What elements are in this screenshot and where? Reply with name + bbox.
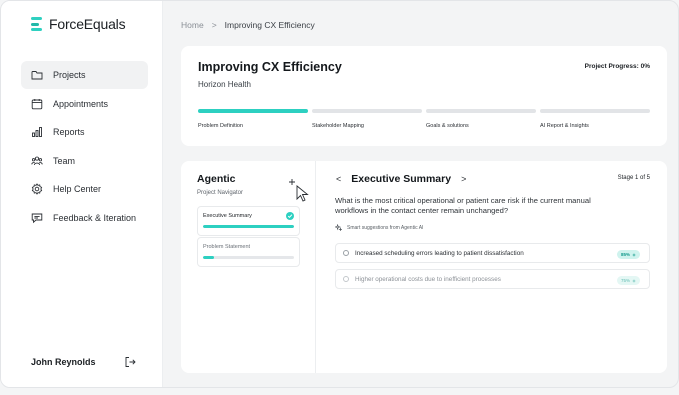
sidebar: ForceEquals Projects Appointments Report… [1, 1, 163, 387]
stage-ai-report[interactable]: AI Report & Insights [540, 109, 650, 129]
folder-icon [31, 69, 43, 81]
logo[interactable]: ForceEquals [31, 16, 126, 32]
navigator-item-label: Problem Statement [203, 244, 251, 250]
confidence-score: 75% [620, 278, 630, 283]
stage-stakeholder-mapping[interactable]: Stakeholder Mapping [312, 109, 422, 129]
navigator-item-label: Executive Summary [203, 213, 252, 219]
breadcrumb-current: Improving CX Efficiency [224, 20, 315, 30]
user-profile: John Reynolds [31, 356, 136, 368]
project-client: Horizon Health [198, 80, 251, 89]
calendar-icon [31, 98, 43, 110]
check-icon [286, 212, 294, 220]
sparkle-icon [335, 224, 342, 231]
navigator-subtitle: Project Navigator [197, 190, 244, 196]
sidebar-item-reports[interactable]: Reports [21, 118, 148, 146]
chevron-left-icon[interactable]: < [336, 174, 341, 184]
stage-tracker: Problem Definition Stakeholder Mapping G… [198, 109, 650, 129]
navigator-item-executive-summary[interactable]: Executive Summary [197, 206, 300, 236]
stage-count: Stage 1 of 5 [617, 175, 650, 181]
answer-option[interactable]: Higher operational costs due to ineffici… [335, 269, 650, 289]
stage-label: Goals & solutions [426, 123, 469, 129]
logout-icon[interactable] [124, 356, 136, 368]
sidebar-item-label: Reports [53, 127, 85, 137]
sidebar-item-label: Projects [53, 70, 86, 80]
question-panel: < Executive Summary > Stage 1 of 5 What … [317, 161, 667, 373]
project-progress: Project Progress: 0% [584, 63, 650, 70]
stage-bar [426, 109, 536, 113]
smart-suggestions-text: Smart suggestions from Agentic AI [347, 224, 424, 231]
sidebar-item-team[interactable]: Team [21, 147, 148, 175]
sparkle-icon [632, 278, 636, 283]
smart-suggestions-label: Smart suggestions from Agentic AI [335, 224, 423, 231]
workspace-card: Agentic Project Navigator Executive Summ… [181, 161, 667, 373]
navigator-title: Agentic [197, 173, 236, 185]
navigator-progress-bar [203, 225, 294, 228]
sidebar-item-label: Appointments [53, 98, 109, 109]
sparkle-icon [632, 252, 636, 257]
radio-button[interactable] [343, 276, 349, 282]
confidence-badge: 75% [616, 276, 640, 285]
answer-option[interactable]: Increased scheduling errors leading to p… [335, 243, 650, 263]
radio-button[interactable] [343, 250, 349, 256]
navigator-progress-bar [203, 256, 294, 259]
section-title: Executive Summary [351, 173, 452, 185]
project-navigator: Agentic Project Navigator Executive Summ… [181, 161, 316, 373]
stage-goals-solutions[interactable]: Goals & solutions [426, 109, 536, 129]
breadcrumb-separator: > [211, 20, 217, 30]
confidence-score: 85% [620, 252, 630, 257]
cursor-icon [289, 178, 313, 202]
chevron-right-icon[interactable]: > [461, 174, 466, 184]
page-title: Improving CX Efficiency [198, 60, 342, 74]
app-window: ForceEquals Projects Appointments Report… [0, 0, 679, 388]
team-icon [31, 155, 43, 167]
sidebar-item-label: Team [53, 155, 76, 166]
breadcrumb: Home > Improving CX Efficiency [181, 20, 315, 30]
stage-label: Problem Definition [198, 123, 243, 129]
chat-icon [31, 212, 43, 224]
navigator-item-problem-statement[interactable]: Problem Statement [197, 237, 300, 267]
sidebar-item-help-center[interactable]: Help Center [21, 175, 148, 203]
stage-bar [312, 109, 422, 113]
stage-bar [198, 109, 308, 113]
stage-label: Stakeholder Mapping [312, 123, 364, 129]
sidebar-item-label: Help Center [53, 184, 102, 194]
project-card: Improving CX Efficiency Horizon Health P… [181, 46, 667, 146]
answer-option-text: Increased scheduling errors leading to p… [355, 249, 524, 257]
navigator-progress-fill [203, 256, 214, 259]
stage-bar [540, 109, 650, 113]
sidebar-item-label: Feedback & Iteration [53, 212, 137, 223]
bar-chart-icon [31, 126, 43, 138]
sidebar-item-feedback[interactable]: Feedback & Iteration [21, 204, 148, 232]
app-name: ForceEquals [49, 16, 126, 32]
user-name: John Reynolds [31, 357, 96, 367]
breadcrumb-home[interactable]: Home [181, 20, 204, 30]
confidence-badge: 85% [616, 250, 640, 259]
logo-icon [31, 16, 43, 32]
question-text: What is the most critical operational or… [335, 196, 591, 215]
stage-label: AI Report & Insights [540, 123, 589, 129]
section-header: < Executive Summary > [336, 173, 466, 185]
navigator-progress-fill [203, 225, 294, 228]
sidebar-item-projects[interactable]: Projects [21, 61, 148, 89]
gear-icon [31, 183, 43, 195]
sidebar-item-appointments[interactable]: Appointments [21, 90, 148, 118]
sidebar-nav: Projects Appointments Reports Team Help … [21, 61, 148, 232]
stage-problem-definition[interactable]: Problem Definition [198, 109, 308, 129]
answer-option-text: Higher operational costs due to ineffici… [355, 275, 501, 283]
